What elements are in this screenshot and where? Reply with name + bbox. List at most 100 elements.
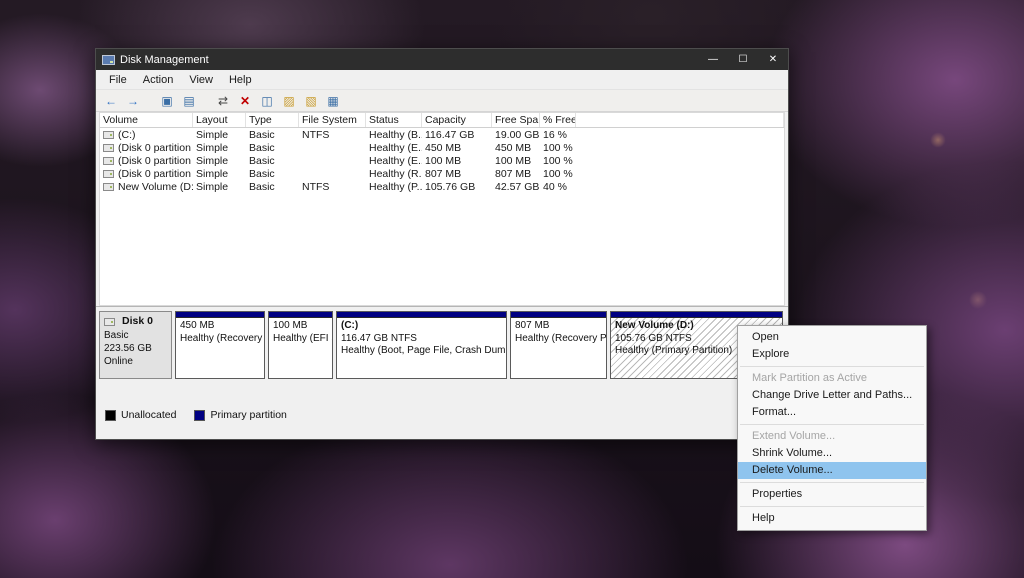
menu-item-shrink-volume[interactable]: Shrink Volume...	[738, 445, 926, 462]
menu-file[interactable]: File	[101, 72, 135, 88]
partition-label: (C:)	[341, 320, 502, 333]
layout-cell: Simple	[193, 141, 246, 154]
legend-unallocated-label: Unallocated	[121, 409, 176, 421]
type-cell: Basic	[246, 141, 299, 154]
partition-efi[interactable]: 100 MB Healthy (EFI Sy	[268, 311, 333, 379]
menu-separator	[740, 506, 924, 507]
status-cell: Healthy (P...	[366, 180, 422, 193]
column-header-capacity[interactable]: Capacity	[422, 113, 492, 127]
delete-volume-icon[interactable]: ✕	[236, 92, 254, 109]
disk-0-row: Disk 0 Basic 223.56 GB Online 450 MB Hea…	[99, 311, 785, 379]
pct-free-cell: 100 %	[540, 141, 576, 154]
volume-icon	[103, 183, 114, 191]
legend-unallocated: Unallocated	[105, 409, 176, 421]
status-cell: Healthy (B...	[366, 128, 422, 141]
column-header-type[interactable]: Type	[246, 113, 299, 127]
back-icon[interactable]: ←	[102, 92, 120, 109]
volume-icon	[103, 144, 114, 152]
file-system-cell: NTFS	[299, 128, 366, 141]
type-cell: Basic	[246, 128, 299, 141]
menu-item-open[interactable]: Open	[738, 329, 926, 346]
column-header-file-system[interactable]: File System	[299, 113, 366, 127]
legend: Unallocated Primary partition	[105, 409, 785, 421]
volume-cell: (C:)	[100, 128, 193, 141]
disk-type: Basic	[104, 329, 167, 342]
window-title: Disk Management	[120, 54, 698, 66]
partition-status: Healthy (EFI Sy	[273, 333, 328, 346]
minimize-button[interactable]: —	[698, 49, 728, 70]
menu-view[interactable]: View	[181, 72, 221, 88]
status-cell: Healthy (R...	[366, 167, 422, 180]
menu-item-extend-volume: Extend Volume...	[738, 428, 926, 445]
file-system-cell: NTFS	[299, 180, 366, 193]
capacity-cell: 450 MB	[422, 141, 492, 154]
menu-item-delete-volume[interactable]: Delete Volume...	[738, 462, 926, 479]
partition-size: 100 MB	[273, 320, 328, 333]
list-view-icon[interactable]: ▤	[180, 92, 198, 109]
layout-cell: Simple	[193, 180, 246, 193]
open-folder-icon[interactable]: ▨	[280, 92, 298, 109]
pct-free-cell: 40 %	[540, 180, 576, 193]
menu-item-explore[interactable]: Explore	[738, 346, 926, 363]
volume-cell: New Volume (D:)	[100, 180, 193, 193]
partition-c[interactable]: (C:) 116.47 GB NTFS Healthy (Boot, Page …	[336, 311, 507, 379]
partition-status: Healthy (Boot, Page File, Crash Dump, Pr…	[341, 345, 502, 358]
disk-0-label[interactable]: Disk 0 Basic 223.56 GB Online	[99, 311, 172, 379]
filler-cell	[576, 154, 784, 167]
volume-cell: (Disk 0 partition 2)	[100, 154, 193, 167]
disk-icon	[104, 318, 115, 326]
close-button[interactable]: ✕	[758, 49, 788, 70]
table-row[interactable]: New Volume (D:) Simple Basic NTFS Health…	[100, 180, 784, 193]
layout-cell: Simple	[193, 128, 246, 141]
menu-bar: File Action View Help	[96, 70, 788, 89]
disk-management-window: Disk Management — ☐ ✕ File Action View H…	[95, 48, 789, 440]
capacity-cell: 105.76 GB	[422, 180, 492, 193]
menu-item-help[interactable]: Help	[738, 510, 926, 527]
table-row[interactable]: (Disk 0 partition 2) Simple Basic Health…	[100, 154, 784, 167]
menu-help[interactable]: Help	[221, 72, 260, 88]
partition-status: Healthy (Recovery P	[180, 333, 260, 346]
file-system-cell	[299, 141, 366, 154]
column-header-status[interactable]: Status	[366, 113, 422, 127]
column-header-volume[interactable]: Volume	[100, 113, 193, 127]
menu-item-properties[interactable]: Properties	[738, 486, 926, 503]
column-header-filler	[576, 113, 784, 127]
menu-item-change-drive-letter[interactable]: Change Drive Letter and Paths...	[738, 387, 926, 404]
table-row[interactable]: (Disk 0 partition 1) Simple Basic Health…	[100, 141, 784, 154]
partition-context-menu: Open Explore Mark Partition as Active Ch…	[737, 325, 927, 531]
title-bar[interactable]: Disk Management — ☐ ✕	[96, 49, 788, 70]
menu-separator	[740, 482, 924, 483]
caption-buttons: — ☐ ✕	[698, 49, 788, 70]
partition-status: Healthy (Recovery Par	[515, 333, 602, 346]
properties-icon[interactable]: ◫	[258, 92, 276, 109]
menu-action[interactable]: Action	[135, 72, 182, 88]
partition-size: 807 MB	[515, 320, 602, 333]
forward-icon[interactable]: →	[124, 92, 142, 109]
free-space-cell: 450 MB	[492, 141, 540, 154]
column-header-free-space[interactable]: Free Spa...	[492, 113, 540, 127]
layout-cell: Simple	[193, 167, 246, 180]
column-header-pct-free[interactable]: % Free	[540, 113, 576, 127]
maximize-button[interactable]: ☐	[728, 49, 758, 70]
disk-status: Online	[104, 355, 167, 368]
capacity-cell: 116.47 GB	[422, 128, 492, 141]
volume-icon	[103, 157, 114, 165]
view-grid-icon[interactable]: ▦	[324, 92, 342, 109]
table-row[interactable]: (Disk 0 partition 5) Simple Basic Health…	[100, 167, 784, 180]
column-header-layout[interactable]: Layout	[193, 113, 246, 127]
partition-size: 116.47 GB NTFS	[341, 333, 502, 346]
volume-cell: (Disk 0 partition 1)	[100, 141, 193, 154]
disk-size: 223.56 GB	[104, 342, 167, 355]
free-space-cell: 42.57 GB	[492, 180, 540, 193]
partition-recovery-2[interactable]: 807 MB Healthy (Recovery Par	[510, 311, 607, 379]
volume-icon	[103, 131, 114, 139]
menu-item-format[interactable]: Format...	[738, 404, 926, 421]
pct-free-cell: 16 %	[540, 128, 576, 141]
partition-recovery-1[interactable]: 450 MB Healthy (Recovery P	[175, 311, 265, 379]
layout-cell: Simple	[193, 154, 246, 167]
filler-cell	[576, 141, 784, 154]
console-tree-icon[interactable]: ▣	[158, 92, 176, 109]
explore-folder-icon[interactable]: ▧	[302, 92, 320, 109]
refresh-icon[interactable]: ⇄	[214, 92, 232, 109]
table-row[interactable]: (C:) Simple Basic NTFS Healthy (B... 116…	[100, 128, 784, 141]
